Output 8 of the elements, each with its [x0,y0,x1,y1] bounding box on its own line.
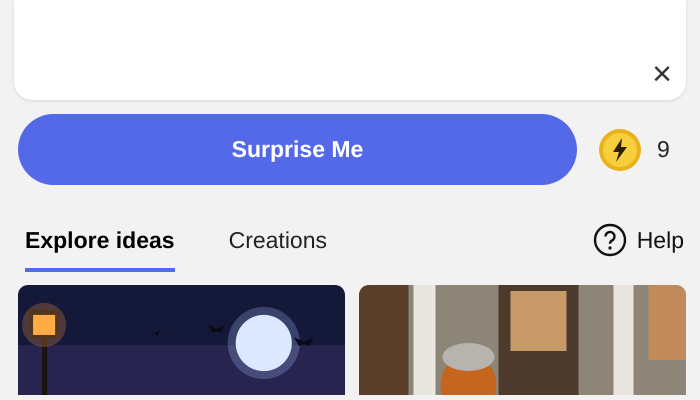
help-icon[interactable] [592,223,627,257]
tab[interactable]: Explore ideas [25,227,175,272]
lightning-coin-icon [598,128,642,172]
help-link[interactable]: Help [636,227,684,254]
surprise-me-button[interactable]: Surprise Me [18,114,577,185]
close-button[interactable]: × [652,60,672,88]
boost-count: 9 [657,136,670,163]
tab[interactable]: Creations [228,227,328,272]
